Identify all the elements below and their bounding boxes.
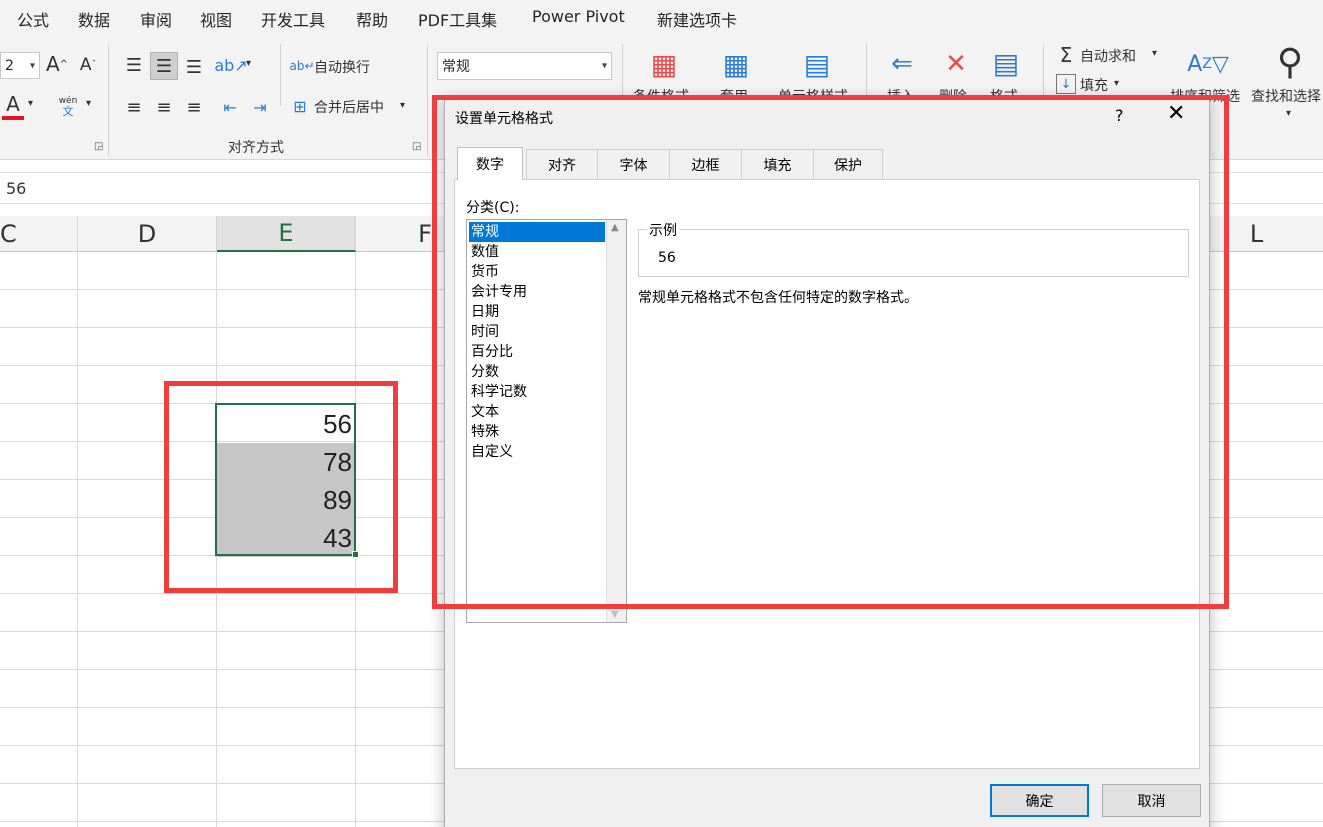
- merge-center-button[interactable]: 合并后居中: [314, 97, 384, 117]
- ok-button[interactable]: 确定: [990, 784, 1089, 817]
- scroll-down-icon[interactable]: ▼: [611, 609, 619, 620]
- chevron-down-icon[interactable]: ▾: [1286, 108, 1291, 119]
- find-select-button[interactable]: 查找和选择: [1251, 86, 1321, 106]
- group-separator: [280, 44, 281, 106]
- dialog-launcher-icon[interactable]: ◲: [94, 141, 103, 152]
- column-header-c[interactable]: C: [0, 216, 78, 252]
- number-format-select[interactable]: 常规 ▾: [437, 52, 612, 80]
- sort-filter-icon[interactable]: A Z ▽: [1186, 44, 1230, 84]
- align-top-icon[interactable]: ☰: [122, 52, 146, 78]
- menu-formulas[interactable]: 公式: [17, 7, 49, 31]
- chevron-down-icon: ▾: [29, 60, 35, 71]
- wrap-text-icon[interactable]: ab↵: [289, 54, 314, 78]
- align-center-icon[interactable]: ≡: [152, 94, 176, 120]
- conditional-format-icon[interactable]: ▦: [645, 48, 683, 81]
- decrease-font-icon[interactable]: Aˇ: [76, 52, 100, 78]
- chevron-down-icon[interactable]: ▾: [1152, 48, 1157, 59]
- group-separator: [108, 44, 109, 156]
- align-right-icon[interactable]: ≡: [182, 94, 206, 120]
- alignment-group-label: 对齐方式: [228, 140, 284, 156]
- chevron-down-icon[interactable]: ▾: [400, 100, 405, 111]
- decrease-indent-icon[interactable]: ⇤: [218, 94, 242, 120]
- chevron-down-icon[interactable]: ▾: [28, 98, 33, 109]
- font-size-select[interactable]: 2 ▾: [0, 52, 40, 79]
- cell-styles-icon[interactable]: ▤: [797, 48, 837, 81]
- font-color-icon[interactable]: A: [2, 92, 24, 120]
- format-cells-icon[interactable]: ▤: [988, 46, 1024, 80]
- chevron-down-icon[interactable]: ▾: [86, 98, 91, 109]
- phonetic-guide-icon[interactable]: wén 文: [54, 94, 82, 120]
- menu-data[interactable]: 数据: [78, 7, 110, 31]
- orientation-icon[interactable]: ab↗: [214, 52, 247, 78]
- search-icon[interactable]: ⚲: [1268, 40, 1312, 84]
- increase-indent-icon[interactable]: ⇥: [248, 94, 272, 120]
- menu-new-tab[interactable]: 新建选项卡: [657, 7, 737, 31]
- menu-review[interactable]: 审阅: [140, 7, 172, 31]
- menu-pdf-tools[interactable]: PDF工具集: [418, 7, 497, 31]
- increase-font-icon[interactable]: A ^: [44, 50, 70, 78]
- menu-help[interactable]: 帮助: [356, 7, 388, 31]
- menu-view[interactable]: 视图: [200, 7, 232, 31]
- fill-button[interactable]: 填充: [1080, 75, 1108, 95]
- column-header-e[interactable]: E: [217, 216, 356, 252]
- highlight-box-dialog: [432, 95, 1229, 609]
- column-header-d[interactable]: D: [78, 216, 217, 252]
- sample-label: 示例: [647, 220, 679, 240]
- grid-line: [77, 252, 78, 827]
- chevron-down-icon[interactable]: ▾: [246, 58, 251, 69]
- formula-bar-value[interactable]: 56: [6, 179, 26, 198]
- menu-bar: 公式 数据 审阅 视图 开发工具 帮助 PDF工具集 Power Pivot 新…: [0, 0, 1323, 36]
- align-left-icon[interactable]: ≡: [122, 94, 146, 120]
- autosum-button[interactable]: 自动求和: [1080, 46, 1136, 66]
- fill-icon[interactable]: ↓: [1056, 74, 1076, 94]
- merge-center-icon[interactable]: ⊞: [289, 94, 311, 118]
- format-as-table-icon[interactable]: ▦: [716, 48, 756, 81]
- menu-power-pivot[interactable]: Power Pivot: [532, 7, 625, 26]
- dialog-launcher-icon[interactable]: ◲: [412, 141, 421, 152]
- wrap-text-button[interactable]: 自动换行: [314, 57, 370, 77]
- tab-number[interactable]: 数字: [457, 147, 523, 180]
- delete-cells-icon[interactable]: ✕: [936, 48, 976, 80]
- chevron-down-icon[interactable]: ▾: [1114, 78, 1119, 89]
- menu-developer[interactable]: 开发工具: [261, 7, 325, 31]
- highlight-box-cells: [164, 381, 398, 593]
- align-middle-icon[interactable]: ☰: [150, 52, 178, 80]
- insert-cells-icon[interactable]: ⇐: [882, 48, 922, 80]
- group-separator: [427, 44, 428, 156]
- cancel-button[interactable]: 取消: [1102, 784, 1201, 817]
- align-bottom-icon[interactable]: ☰: [182, 54, 206, 80]
- autosum-icon[interactable]: Σ: [1056, 43, 1076, 67]
- chevron-down-icon: ▾: [601, 60, 607, 72]
